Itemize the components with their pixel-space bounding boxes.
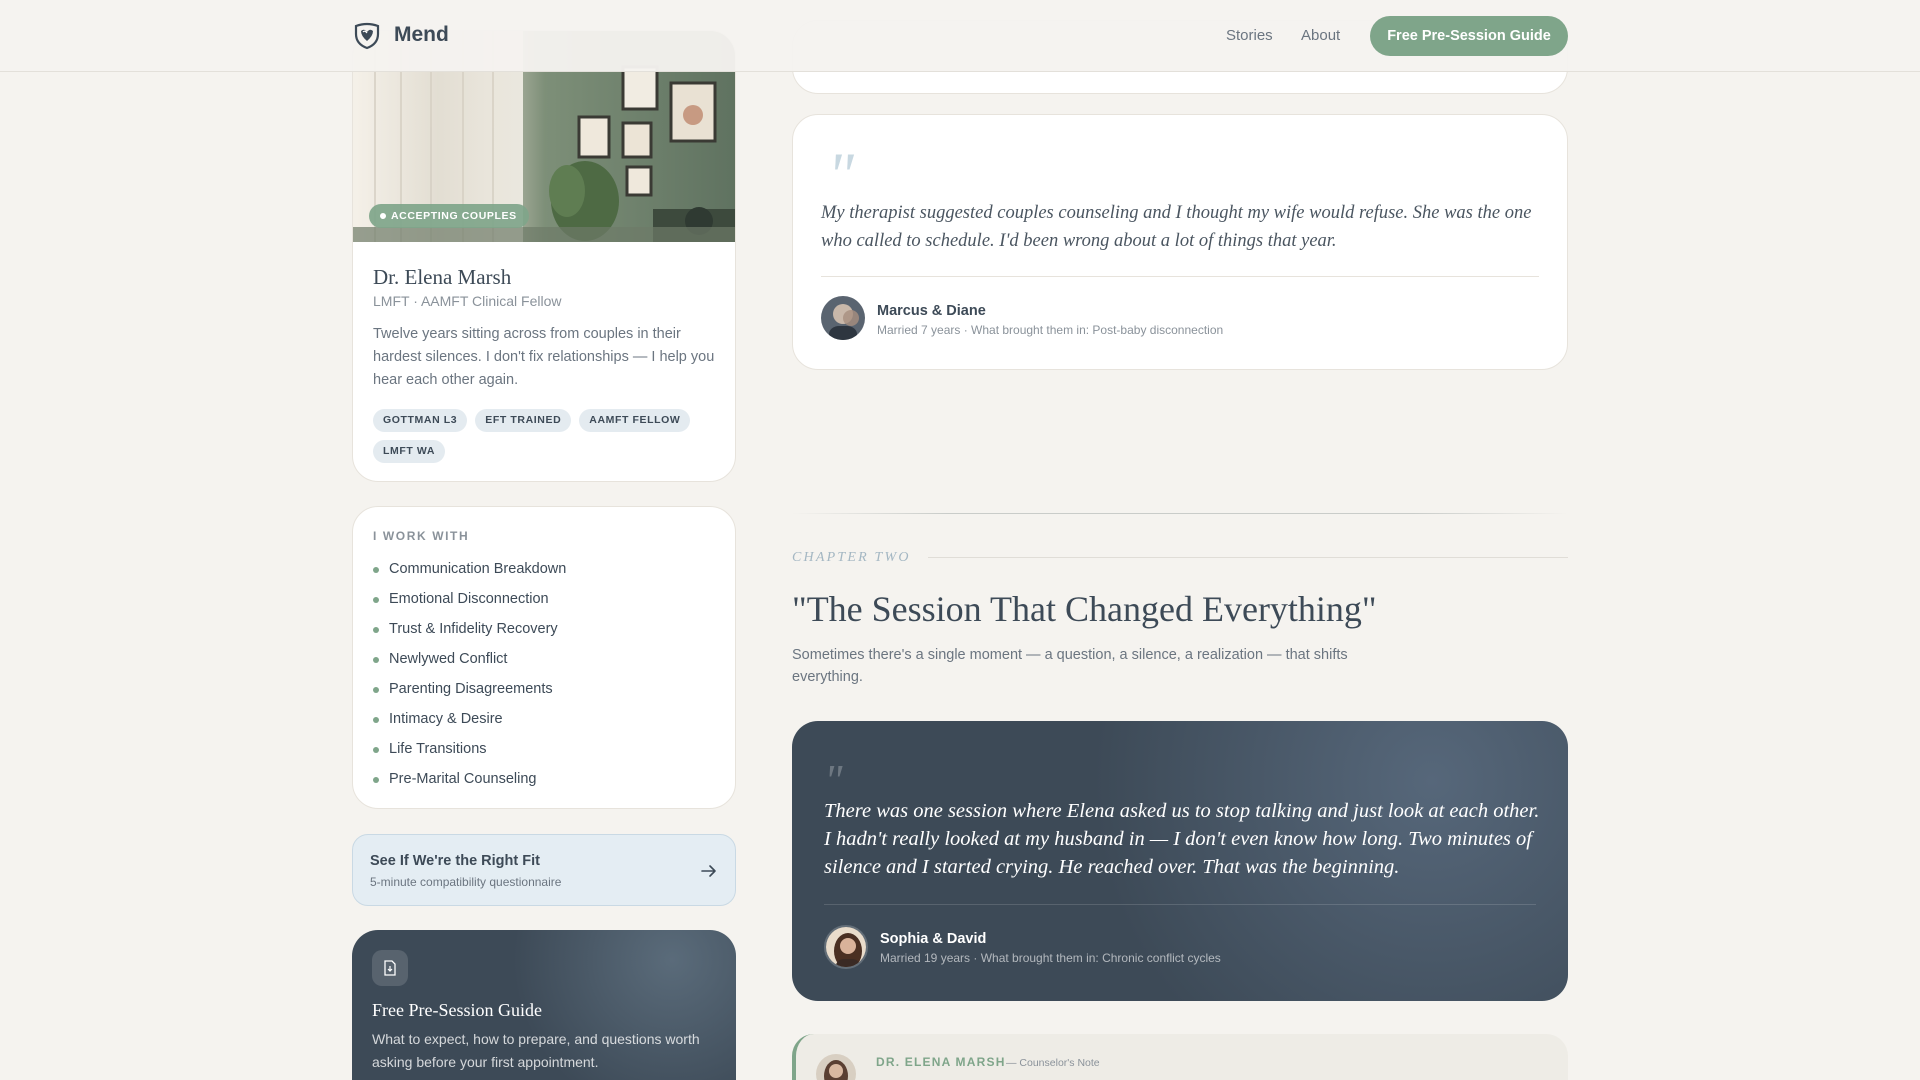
chapter-title: "The Session That Changed Everything": [792, 589, 1377, 629]
divider: [821, 276, 1539, 277]
therapist-name: Dr. Elena Marsh: [373, 265, 512, 289]
therapist-bio: Twelve years sitting across from couples…: [373, 326, 715, 388]
note-author: DR. ELENA MARSH: [876, 1055, 1006, 1069]
testimonial-card: " My therapist suggested couples counsel…: [792, 114, 1568, 370]
accepting-couples-badge: ACCEPTING COUPLES: [369, 204, 529, 228]
tag-aamft: AAMFT FELLOW: [579, 409, 691, 432]
pre-session-guide-card[interactable]: Free Pre-Session Guide What to expect, h…: [352, 930, 736, 1080]
couple-name: Sophia & David: [880, 931, 987, 947]
specialties-card: I WORK WITH Communication Breakdown Emot…: [352, 506, 736, 809]
note-role: — Counselor's Note: [1006, 1057, 1100, 1069]
list-item: Communication Breakdown: [373, 561, 566, 591]
section-divider: [792, 513, 1568, 514]
credential-tags: GOTTMAN L3 EFT TRAINED AAMFT FELLOW LMFT…: [373, 409, 718, 463]
counselor-note-card: DR. ELENA MARSH — Counselor's Note: [792, 1034, 1568, 1080]
tag-gottman: GOTTMAN L3: [373, 409, 468, 432]
list-item: Life Transitions: [373, 741, 566, 771]
specialties-list: Communication Breakdown Emotional Discon…: [373, 561, 566, 801]
brand-logo[interactable]: Mend: [352, 20, 449, 50]
couple-name: Marcus & Diane: [877, 303, 986, 319]
list-item: Parenting Disagreements: [373, 681, 566, 711]
couple-meta: Married 7 years · What brought them in: …: [877, 323, 1224, 337]
right-fit-link[interactable]: See If We're the Right Fit 5-minute comp…: [352, 834, 736, 906]
document-icon: [372, 950, 408, 986]
free-guide-button[interactable]: Free Pre-Session Guide: [1370, 16, 1568, 56]
chapter-rule: [928, 557, 1568, 558]
tag-eft: EFT TRAINED: [475, 409, 572, 432]
testimonial-quote: My therapist suggested couples counselin…: [821, 203, 1532, 251]
guide-description: What to expect, how to prepare, and ques…: [372, 1031, 700, 1070]
chapter-description: Sometimes there's a single moment — a qu…: [792, 647, 1348, 685]
therapist-credentials: LMFT · AAMFT Clinical Fellow: [373, 293, 562, 309]
couple-meta: Married 19 years · What brought them in:…: [880, 951, 1221, 965]
divider: [824, 904, 1536, 905]
list-item: Emotional Disconnection: [373, 591, 566, 621]
arrow-right-icon: [701, 865, 716, 877]
testimonial-quote: There was one session where Elena asked …: [824, 800, 1540, 878]
therapist-profile-card: ACCEPTING COUPLES Dr. Elena Marsh LMFT ·…: [352, 30, 736, 482]
nav-stories[interactable]: Stories: [1226, 27, 1273, 44]
right-fit-subtitle: 5-minute compatibility questionnaire: [370, 875, 562, 889]
avatar: [821, 296, 865, 340]
quote-icon: ": [827, 139, 854, 210]
heart-shield-icon: [354, 22, 380, 50]
list-item: Newlywed Conflict: [373, 651, 566, 681]
site-header: Mend Stories About Free Pre-Session Guid…: [0, 0, 1920, 72]
list-item: Trust & Infidelity Recovery: [373, 621, 566, 651]
brand-name: Mend: [394, 23, 449, 46]
nav-about[interactable]: About: [1301, 27, 1340, 44]
featured-testimonial-card: " There was one session where Elena aske…: [792, 721, 1568, 1001]
tag-lmft: LMFT WA: [373, 440, 446, 463]
guide-title: Free Pre-Session Guide: [372, 1000, 542, 1020]
avatar: [824, 925, 868, 969]
chapter-label: CHAPTER TWO: [792, 550, 911, 565]
list-item: Pre-Marital Counseling: [373, 771, 566, 801]
avatar: [816, 1054, 856, 1080]
right-fit-title: See If We're the Right Fit: [370, 853, 540, 869]
list-item: Intimacy & Desire: [373, 711, 566, 741]
specialties-title: I WORK WITH: [373, 529, 470, 543]
